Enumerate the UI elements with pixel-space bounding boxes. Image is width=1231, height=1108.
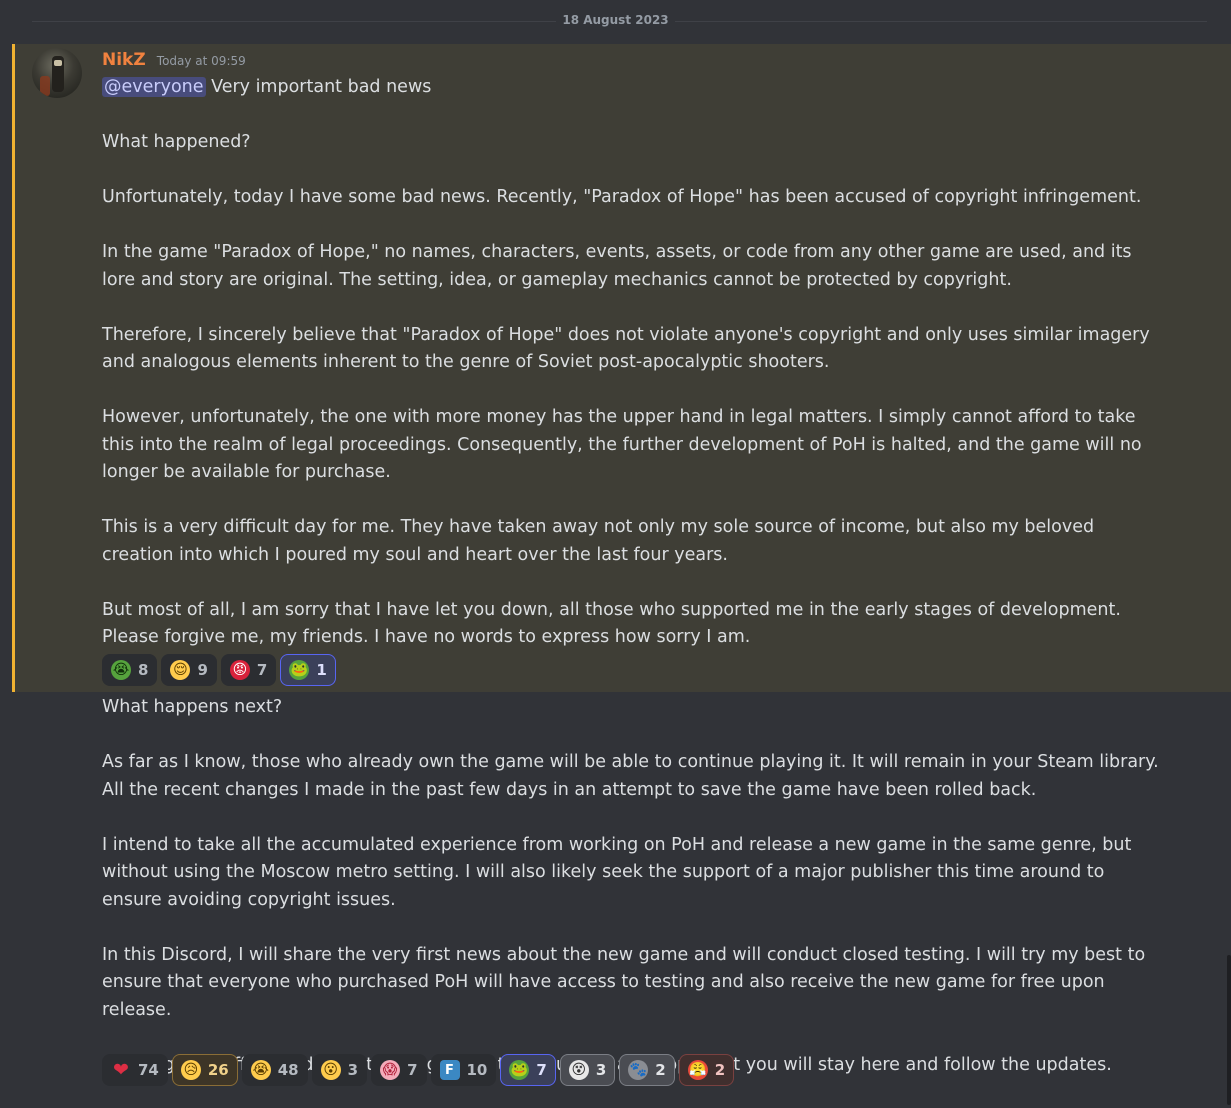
reaction-red-angry-face[interactable]: 😤 2 [678, 1054, 735, 1086]
reaction-count: 48 [277, 1061, 299, 1079]
red-heart-icon: ❤ [113, 1058, 129, 1081]
message-paragraph: In the game "Paradox of Hope," no names,… [102, 242, 1132, 290]
mention-highlight-bar [12, 44, 15, 692]
avatar[interactable] [32, 48, 82, 98]
message-paragraph: But most of all, I am sorry that I have … [102, 599, 1121, 648]
reaction-relieved-face[interactable]: 😌 9 [161, 654, 217, 686]
reaction-count: 3 [595, 1061, 607, 1079]
loudly-crying-face-icon: 😭 [250, 1060, 271, 1080]
dizzy-face-icon: 😵 [568, 1060, 589, 1080]
reaction-count: 2 [655, 1061, 666, 1079]
reaction-count: 8 [138, 661, 149, 679]
reactions-bar-2: ❤ 74 😥 26 😭 48 😮 3 😱 7 F 10 🐸 7 😵 3 🐾 2 … [102, 1054, 735, 1086]
message-paragraph: However, unfortunately, the one with mor… [102, 407, 1142, 482]
message-paragraph: I intend to take all the accumulated exp… [102, 834, 1132, 910]
reaction-frog[interactable]: 🐸 7 [500, 1054, 556, 1086]
animal-face-icon: 🐾 [628, 1060, 649, 1080]
reaction-count: 7 [407, 1061, 418, 1079]
message-paragraph: As far as I know, those who already own … [102, 752, 1159, 800]
frog-lying-icon: 🐸 [289, 660, 310, 680]
reaction-count: 1 [316, 661, 327, 679]
reaction-animal-face[interactable]: 🐾 2 [619, 1054, 675, 1086]
reaction-loudly-crying[interactable]: 😭 48 [241, 1054, 308, 1086]
everyone-mention[interactable]: @everyone [102, 77, 206, 97]
reaction-frog-lying[interactable]: 🐸 1 [280, 654, 336, 686]
red-angry-face-icon: 😤 [687, 1060, 708, 1080]
message-paragraph: This is a very difficult day for me. The… [102, 517, 1095, 565]
reaction-count: 10 [466, 1061, 488, 1079]
followup-message-content: What happens next? As far as I know, tho… [102, 694, 1162, 1079]
letter-f-icon: F [439, 1060, 460, 1080]
message-title: Very important bad news [205, 77, 432, 97]
surprised-face-icon: 😮 [320, 1060, 341, 1080]
reaction-count: 74 [138, 1061, 159, 1079]
reaction-count: 7 [536, 1061, 547, 1079]
reactions-bar-1: 😭 8 😌 9 😡 7 🐸 1 [102, 654, 336, 686]
crying-frog-icon: 😭 [111, 660, 131, 680]
reaction-count: 3 [347, 1061, 359, 1079]
message-content: @everyone Very important bad news What h… [102, 74, 1162, 652]
reaction-sad-tear[interactable]: 😥 26 [171, 1054, 238, 1086]
message-paragraph: Therefore, I sincerely believe that "Par… [102, 324, 1150, 373]
message-first-line: @everyone Very important bad news [102, 74, 1162, 102]
angry-face-icon: 😡 [229, 660, 250, 680]
frog-icon: 🐸 [509, 1060, 530, 1080]
reaction-surprised[interactable]: 😮 3 [311, 1054, 368, 1086]
scrollbar-thumb[interactable] [1227, 955, 1231, 1105]
reaction-crying-frog[interactable]: 😭 8 [102, 654, 158, 686]
relieved-face-icon: 😌 [170, 660, 191, 680]
message-header: NikZ Today at 09:59 [102, 50, 246, 72]
message-paragraph: In this Discord, I will share the very f… [102, 944, 1146, 1020]
sad-tear-face-icon: 😥 [180, 1060, 201, 1080]
message-paragraph: What happened? [102, 132, 251, 152]
reaction-angry-face[interactable]: 😡 7 [220, 654, 277, 686]
reaction-count: 9 [197, 661, 208, 679]
message-paragraph: What happens next? [102, 697, 283, 717]
pink-face-icon: 😱 [380, 1060, 401, 1080]
reaction-letter-f[interactable]: F 10 [430, 1054, 497, 1086]
reaction-count: 7 [256, 661, 268, 679]
timestamp[interactable]: Today at 09:59 [157, 54, 246, 68]
reaction-count: 26 [207, 1061, 229, 1079]
username[interactable]: NikZ [102, 50, 146, 70]
reaction-dizzy-face[interactable]: 😵 3 [559, 1054, 616, 1086]
message-paragraph: Unfortunately, today I have some bad new… [102, 187, 1142, 207]
reaction-pink-face[interactable]: 😱 7 [371, 1054, 427, 1086]
date-label: 18 August 2023 [556, 13, 675, 27]
reaction-heart[interactable]: ❤ 74 [102, 1054, 168, 1086]
reaction-count: 2 [714, 1061, 726, 1079]
